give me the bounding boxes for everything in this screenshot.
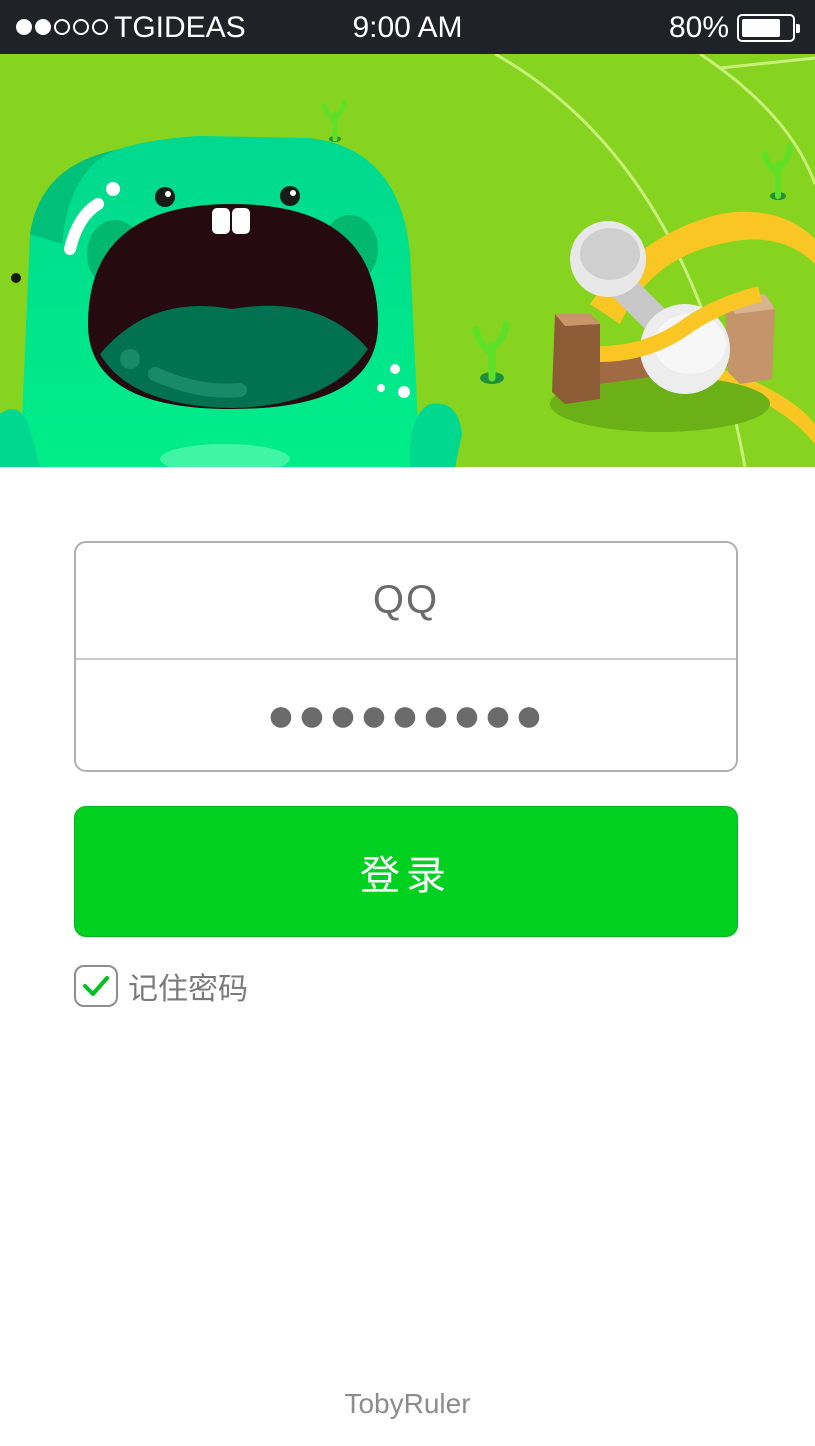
login-button[interactable]: 登录	[74, 806, 738, 937]
remember-password-checkbox[interactable]	[74, 965, 118, 1007]
login-form: QQ ●●●●●●●●●	[74, 541, 738, 772]
status-bar: TGIDEAS 9:00 AM 80%	[0, 0, 815, 54]
battery-icon	[737, 14, 800, 42]
password-input[interactable]: ●●●●●●●●●	[76, 660, 736, 770]
account-input[interactable]: QQ	[76, 543, 736, 660]
remember-password-label: 记住密码	[128, 972, 248, 1007]
checkmark-icon	[83, 976, 109, 996]
battery-percentage: 80%	[668, 11, 729, 44]
footer-credit: TobyRuler	[344, 1388, 471, 1419]
remember-password-row[interactable]: 记住密码	[74, 964, 248, 1008]
banner-illustration	[0, 54, 815, 467]
